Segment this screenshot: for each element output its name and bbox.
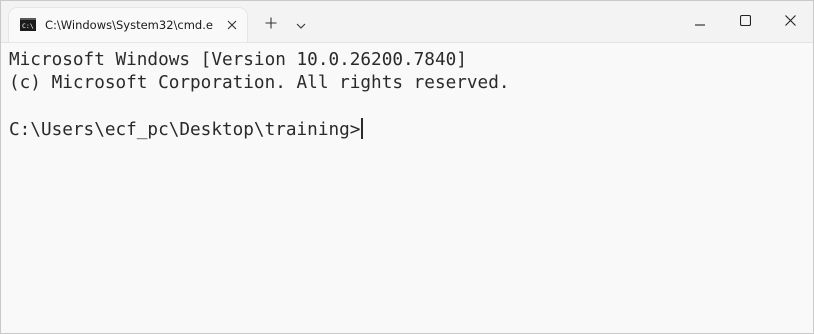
close-button[interactable] [767,1,813,42]
tab-dropdown-button[interactable] [289,13,313,37]
terminal-line: Microsoft Windows [Version 10.0.26200.78… [9,50,467,70]
command-prompt[interactable]: C:\Users\ecf_pc\Desktop\training> [9,118,363,141]
minimize-icon [695,13,705,31]
maximize-button[interactable] [722,1,768,42]
cmd-icon: C:\ [20,18,36,31]
prompt-text: C:\Users\ecf_pc\Desktop\training> [9,120,361,140]
title-bar[interactable]: C:\ C:\Windows\System32\cmd.e [1,1,813,43]
chevron-down-icon [296,16,306,34]
terminal-output[interactable]: Microsoft Windows [Version 10.0.26200.78… [1,43,813,333]
terminal-window: C:\ C:\Windows\System32\cmd.e Microsoft … [0,0,814,334]
close-icon[interactable] [223,16,241,34]
terminal-line: (c) Microsoft Corporation. All rights re… [9,73,510,93]
minimize-button[interactable] [677,1,723,42]
close-icon [784,13,796,31]
plus-icon [265,16,277,34]
maximize-icon [739,13,751,31]
svg-text:C:\: C:\ [22,22,34,30]
text-cursor [361,118,363,139]
tab-cmd[interactable]: C:\ C:\Windows\System32\cmd.e [9,8,247,42]
new-tab-button[interactable] [259,13,283,37]
tab-title: C:\Windows\System32\cmd.e [45,18,213,32]
